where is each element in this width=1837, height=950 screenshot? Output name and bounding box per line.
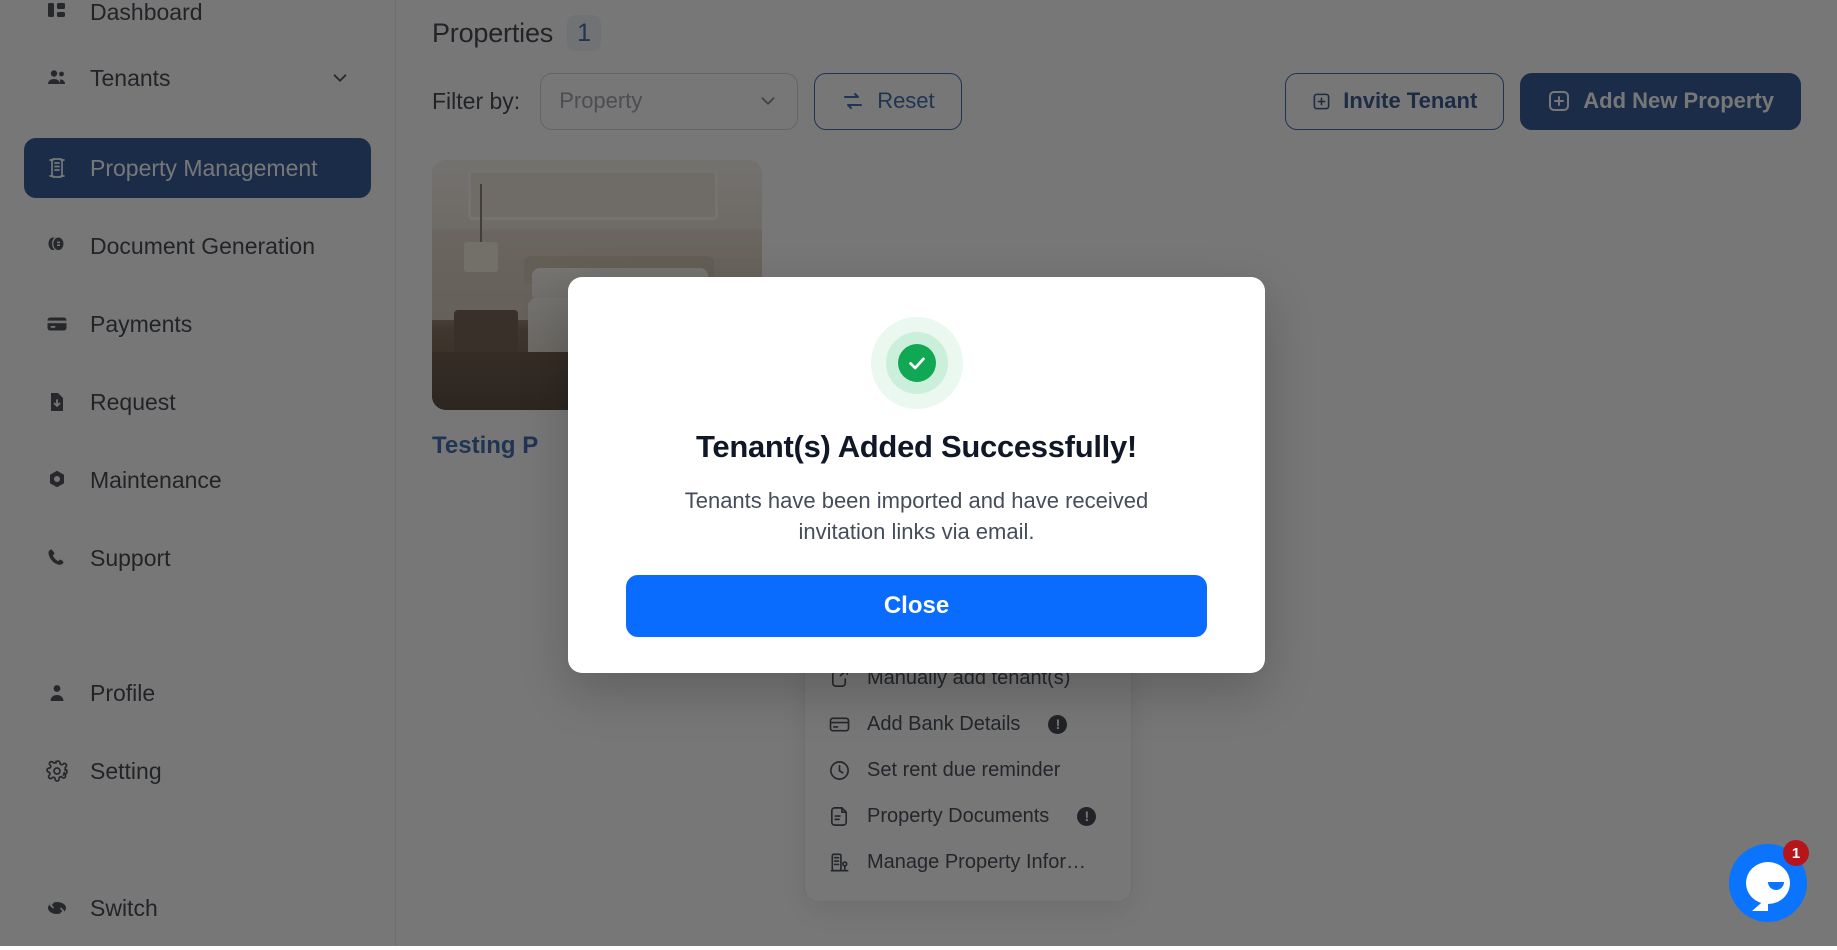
- modal-message: Tenants have been imported and have rece…: [684, 488, 1149, 545]
- app-root: Dashboard Tenants Property Management: [0, 0, 1837, 950]
- modal-close-button[interactable]: Close: [626, 575, 1207, 638]
- chat-unread-badge: 1: [1783, 840, 1809, 866]
- bottom-divider: [0, 946, 1837, 950]
- modal-title: Tenant(s) Added Successfully!: [696, 429, 1137, 464]
- chat-widget-button[interactable]: 1: [1729, 840, 1809, 922]
- success-check-icon: [870, 317, 963, 409]
- tenant-added-success-modal: Tenant(s) Added Successfully! Tenants ha…: [568, 277, 1265, 673]
- chat-bubble-icon: [1746, 862, 1790, 904]
